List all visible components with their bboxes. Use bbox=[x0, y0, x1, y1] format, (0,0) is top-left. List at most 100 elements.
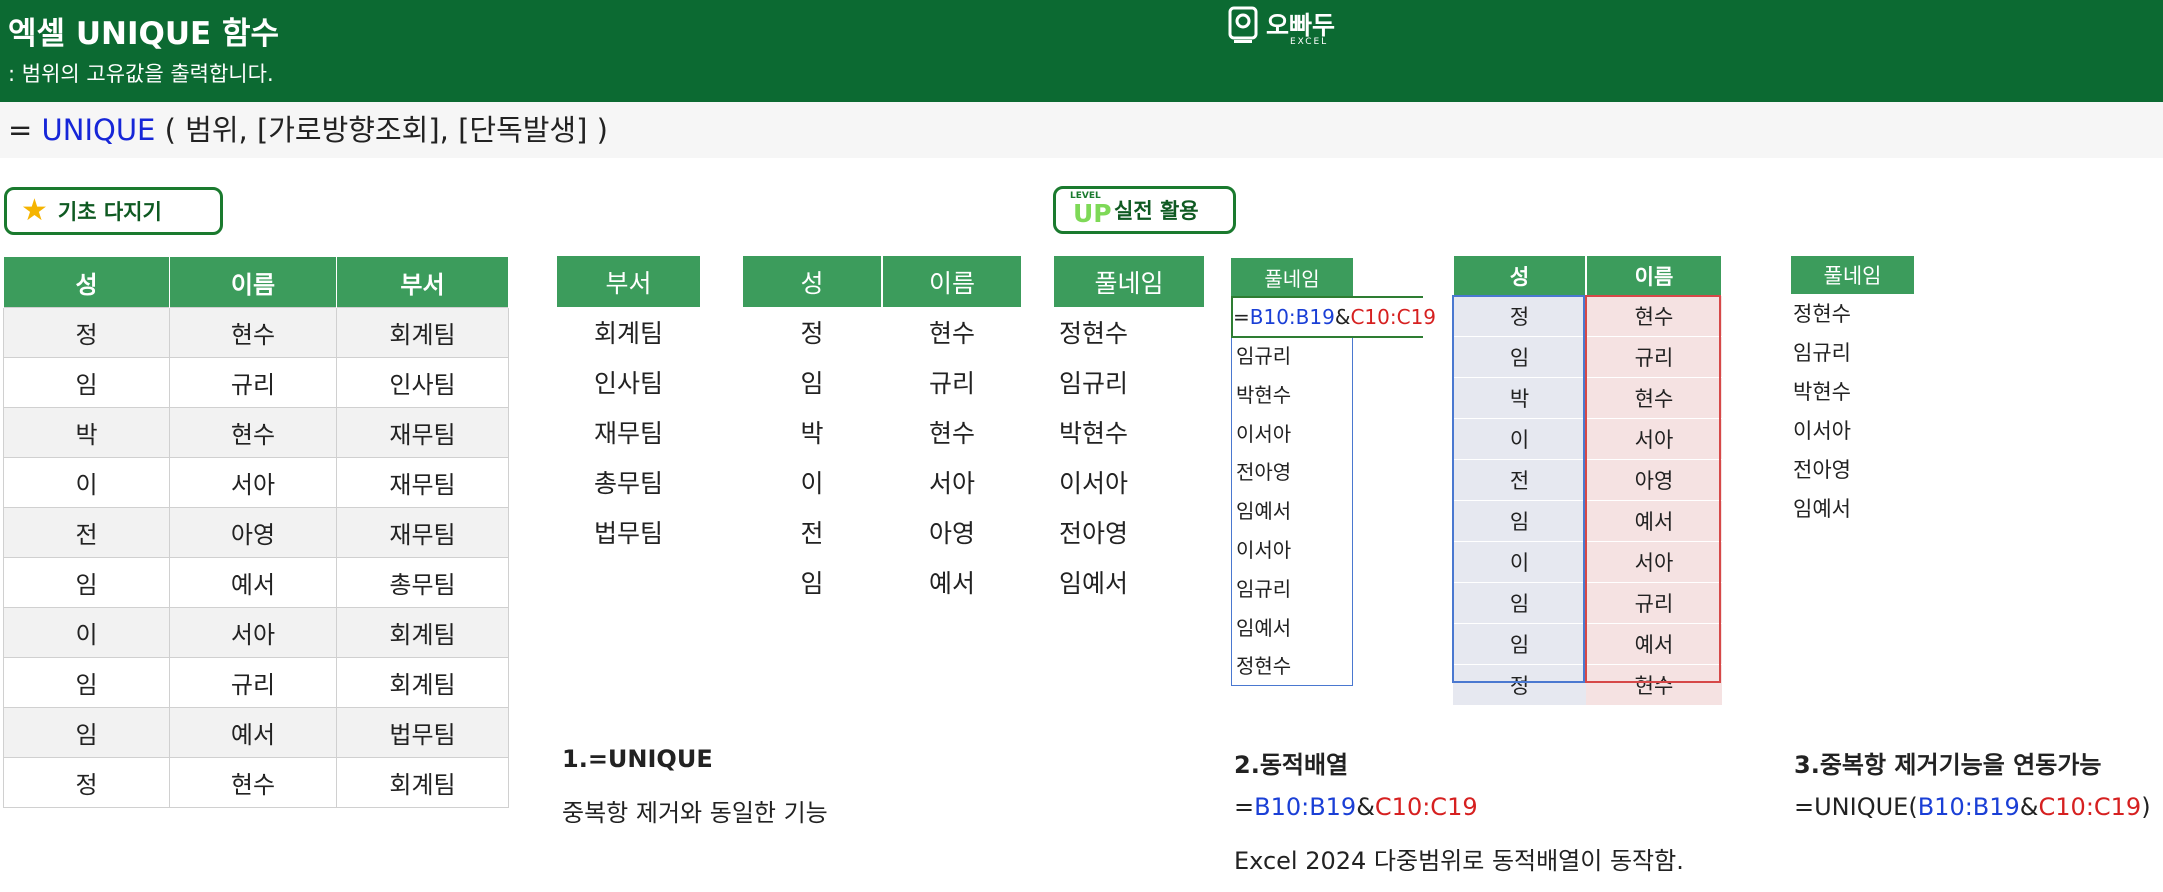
table-cell[interactable]: 현수 bbox=[169, 307, 337, 358]
table-row: 정 현수 회계팀 bbox=[3, 757, 509, 808]
table-row: 이서아 bbox=[1453, 541, 1722, 583]
table-cell[interactable]: 이 bbox=[3, 607, 170, 658]
formula-cell[interactable]: =B10:B19&C10:C19 bbox=[1231, 296, 1436, 338]
table-cell[interactable]: 규리 bbox=[169, 357, 337, 408]
table-cell[interactable]: 예서 bbox=[882, 557, 1022, 607]
table-cell[interactable]: 법무팀 bbox=[556, 507, 701, 557]
table-cell[interactable]: 규리 bbox=[1586, 336, 1722, 378]
list-item[interactable]: 임규리 bbox=[1232, 337, 1352, 376]
table-cell[interactable]: 정현수 bbox=[1053, 307, 1205, 357]
table-cell[interactable]: 서아 bbox=[169, 457, 337, 508]
table-cell[interactable]: 재무팀 bbox=[556, 407, 701, 457]
table-cell[interactable]: 박 bbox=[1453, 377, 1586, 419]
list-item[interactable]: 이서아 bbox=[1793, 412, 1933, 451]
table-cell[interactable]: 현수 bbox=[1586, 377, 1722, 419]
table-cell[interactable]: 박 bbox=[742, 407, 882, 457]
list-item[interactable]: 임예서 bbox=[1232, 492, 1352, 531]
table-cell[interactable]: 현수 bbox=[169, 407, 337, 458]
table-cell[interactable]: 규리 bbox=[882, 357, 1022, 407]
table-cell[interactable]: 회계팀 bbox=[336, 307, 509, 358]
table-cell[interactable]: 회계팀 bbox=[336, 657, 509, 708]
table-cell[interactable]: 임예서 bbox=[1053, 557, 1205, 607]
table-cell[interactable]: 이 bbox=[1453, 541, 1586, 583]
table-cell[interactable]: 서아 bbox=[1586, 418, 1722, 460]
table-cell[interactable]: 정 bbox=[1453, 296, 1586, 337]
list-item[interactable]: 임규리 bbox=[1793, 334, 1933, 373]
table-cell[interactable]: 서아 bbox=[1586, 541, 1722, 583]
table-row: 박현수 bbox=[1053, 407, 1205, 457]
table-cell[interactable]: 전 bbox=[1453, 459, 1586, 501]
table-cell[interactable]: 재무팀 bbox=[336, 407, 509, 458]
list-item[interactable]: 정현수 bbox=[1232, 647, 1352, 686]
table-row: 임규리 bbox=[1453, 582, 1722, 624]
table-cell[interactable]: 예서 bbox=[169, 557, 337, 608]
table-cell[interactable]: 정 bbox=[742, 307, 882, 357]
table-cell[interactable]: 이 bbox=[3, 457, 170, 508]
table-cell[interactable]: 아영 bbox=[882, 507, 1022, 557]
table-cell[interactable]: 아영 bbox=[1586, 459, 1722, 501]
table-cell[interactable]: 현수 bbox=[1586, 664, 1722, 706]
list-item[interactable]: 임규리 bbox=[1232, 570, 1352, 609]
table-cell[interactable]: 회계팀 bbox=[336, 757, 509, 808]
table-cell[interactable]: 이서아 bbox=[1053, 457, 1205, 507]
table-cell[interactable]: 회계팀 bbox=[556, 307, 701, 357]
table-cell[interactable]: 전 bbox=[3, 507, 170, 558]
table-cell[interactable]: 임 bbox=[1453, 623, 1586, 665]
table-cell[interactable]: 임규리 bbox=[1053, 357, 1205, 407]
table-cell[interactable]: 서아 bbox=[169, 607, 337, 658]
table-cell[interactable]: 임 bbox=[3, 657, 170, 708]
table-cell[interactable]: 규리 bbox=[169, 657, 337, 708]
table-cell[interactable]: 재무팀 bbox=[336, 507, 509, 558]
table-cell[interactable]: 현수 bbox=[1586, 296, 1722, 337]
table-row: 정 현수 회계팀 bbox=[3, 307, 509, 358]
table-cell[interactable]: 박현수 bbox=[1053, 407, 1205, 457]
table-cell[interactable]: 정 bbox=[3, 307, 170, 358]
list-item[interactable]: 임예서 bbox=[1232, 609, 1352, 648]
table-cell[interactable]: 임 bbox=[1453, 582, 1586, 624]
table-cell[interactable]: 현수 bbox=[882, 307, 1022, 357]
table-cell[interactable]: 예서 bbox=[1586, 500, 1722, 542]
list-item[interactable]: 전아영 bbox=[1232, 453, 1352, 492]
table-cell[interactable]: 아영 bbox=[169, 507, 337, 558]
list-item[interactable]: 이서아 bbox=[1232, 531, 1352, 570]
table-cell[interactable]: 임 bbox=[1453, 336, 1586, 378]
table-cell[interactable]: 임 bbox=[3, 557, 170, 608]
table-cell[interactable]: 정 bbox=[1453, 664, 1586, 706]
table-cell[interactable]: 회계팀 bbox=[336, 607, 509, 658]
result-list: 정현수 임규리 박현수 이서아 전아영 임예서 bbox=[1793, 295, 1933, 529]
list-item[interactable]: 박현수 bbox=[1793, 373, 1933, 412]
table-cell[interactable]: 규리 bbox=[1586, 582, 1722, 624]
table-cell[interactable]: 박 bbox=[3, 407, 170, 458]
list-item[interactable]: 전아영 bbox=[1793, 451, 1933, 490]
table-cell[interactable]: 이 bbox=[742, 457, 882, 507]
table-cell[interactable]: 이 bbox=[1453, 418, 1586, 460]
table-cell[interactable]: 전아영 bbox=[1053, 507, 1205, 557]
table-cell[interactable]: 현수 bbox=[169, 757, 337, 808]
table-cell[interactable]: 총무팀 bbox=[556, 457, 701, 507]
table-cell[interactable]: 정 bbox=[3, 757, 170, 808]
table-cell[interactable]: 임 bbox=[1453, 500, 1586, 542]
table-cell[interactable]: 임 bbox=[742, 357, 882, 407]
level-up-label: UP bbox=[1073, 199, 1112, 228]
table-cell[interactable]: 현수 bbox=[882, 407, 1022, 457]
table-cell[interactable]: 임 bbox=[742, 557, 882, 607]
formula-amp: & bbox=[1334, 305, 1351, 329]
table-cell[interactable]: 예서 bbox=[1586, 623, 1722, 665]
unique-dept-table: 부서 회계팀 인사팀 재무팀 총무팀 법무팀 bbox=[555, 256, 702, 557]
list-item[interactable]: 임예서 bbox=[1793, 490, 1933, 529]
table-cell[interactable]: 법무팀 bbox=[336, 707, 509, 758]
table-cell[interactable]: 인사팀 bbox=[336, 357, 509, 408]
table-cell[interactable]: 임 bbox=[3, 357, 170, 408]
list-item[interactable]: 정현수 bbox=[1793, 295, 1933, 334]
table-cell[interactable]: 예서 bbox=[169, 707, 337, 758]
list-item[interactable]: 박현수 bbox=[1232, 376, 1352, 415]
table-cell[interactable]: 임 bbox=[3, 707, 170, 758]
table-cell[interactable]: 재무팀 bbox=[336, 457, 509, 508]
table-cell[interactable]: 전 bbox=[742, 507, 882, 557]
list-item[interactable]: 이서아 bbox=[1232, 415, 1352, 454]
table-cell[interactable]: 총무팀 bbox=[336, 557, 509, 608]
table-row: 임 예서 법무팀 bbox=[3, 707, 509, 758]
table-cell[interactable]: 서아 bbox=[882, 457, 1022, 507]
table-cell[interactable]: 인사팀 bbox=[556, 357, 701, 407]
note-2-eq: = bbox=[1234, 793, 1255, 821]
